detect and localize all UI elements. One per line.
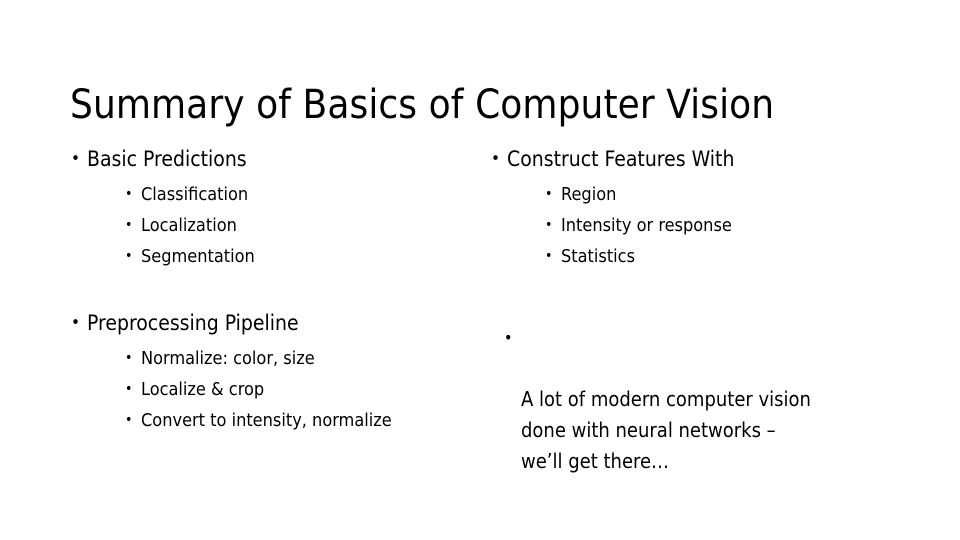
bullet-list-level1: • Preprocessing Pipeline • Normalize: co… (66, 308, 466, 436)
bullet-construct-features-with: • Construct Features With • Region • Int… (486, 144, 906, 272)
sub-bullet-classification: • Classification (123, 179, 466, 210)
sub-bullet-label: Region (561, 184, 617, 205)
bullet-dot-icon: • (545, 186, 553, 202)
bullet-list-level2: • Classification • Localization • Segmen… (87, 179, 466, 272)
sub-bullet-label: Localization (141, 215, 237, 236)
bullet-basic-predictions: • Basic Predictions • Classification • L… (66, 144, 466, 272)
bullet-dot-icon: • (71, 149, 81, 169)
bullet-list-level2: • Region • Intensity or response • Stati… (507, 179, 906, 272)
sub-bullet-label: Intensity or response (561, 215, 732, 236)
bullet-dot-icon: • (545, 217, 553, 233)
bullet-preprocessing-pipeline: • Preprocessing Pipeline • Normalize: co… (66, 308, 466, 436)
right-column: • Construct Features With • Region • Int… (486, 144, 906, 477)
sub-bullet-normalize: • Normalize: color, size (123, 343, 466, 374)
bullet-label: Preprocessing Pipeline (87, 311, 299, 335)
bullet-list-level1: • Construct Features With • Region • Int… (486, 144, 906, 272)
sub-bullet-statistics: • Statistics (543, 241, 906, 272)
bullet-dot-icon: • (125, 217, 133, 233)
bullet-dot-icon: • (504, 328, 513, 347)
sub-bullet-convert-intensity: • Convert to intensity, normalize (123, 405, 466, 436)
bullet-dot-icon: • (491, 149, 501, 169)
bullet-list-level1: • A lot of modern computer vision done w… (498, 322, 906, 477)
bullet-list-level2: • Normalize: color, size • Localize & cr… (87, 343, 466, 436)
bullet-dot-icon: • (125, 186, 133, 202)
bullet-label: A lot of modern computer vision done wit… (521, 387, 811, 473)
bullet-label: Basic Predictions (87, 147, 247, 171)
sub-bullet-label: Convert to intensity, normalize (141, 410, 392, 431)
block-preprocessing-pipeline: • Preprocessing Pipeline • Normalize: co… (66, 308, 466, 436)
bullet-neural-networks-note: • A lot of modern computer vision done w… (498, 322, 906, 477)
sub-bullet-label: Localize & crop (141, 379, 265, 400)
block-construct-features: • Construct Features With • Region • Int… (486, 144, 906, 272)
left-column: • Basic Predictions • Classification • L… (66, 144, 466, 436)
sub-bullet-label: Normalize: color, size (141, 348, 315, 369)
bullet-label: Construct Features With (507, 147, 735, 171)
bullet-dot-icon: • (125, 381, 133, 397)
sub-bullet-label: Classification (141, 184, 249, 205)
block-basic-predictions: • Basic Predictions • Classification • L… (66, 144, 466, 272)
sub-bullet-intensity-response: • Intensity or response (543, 210, 906, 241)
block-closing-note: • A lot of modern computer vision done w… (486, 322, 906, 477)
sub-bullet-segmentation: • Segmentation (123, 241, 466, 272)
bullet-dot-icon: • (71, 313, 81, 333)
slide-canvas: Summary of Basics of Computer Vision • B… (0, 0, 960, 540)
sub-bullet-localization: • Localization (123, 210, 466, 241)
page-title: Summary of Basics of Computer Vision (70, 81, 775, 128)
bullet-dot-icon: • (125, 248, 133, 264)
sub-bullet-label: Statistics (561, 246, 636, 267)
bullet-dot-icon: • (545, 248, 553, 264)
sub-bullet-region: • Region (543, 179, 906, 210)
bullet-dot-icon: • (125, 350, 133, 366)
bullet-dot-icon: • (125, 412, 133, 428)
sub-bullet-label: Segmentation (141, 246, 255, 267)
sub-bullet-localize-crop: • Localize & crop (123, 374, 466, 405)
bullet-list-level1: • Basic Predictions • Classification • L… (66, 144, 466, 272)
